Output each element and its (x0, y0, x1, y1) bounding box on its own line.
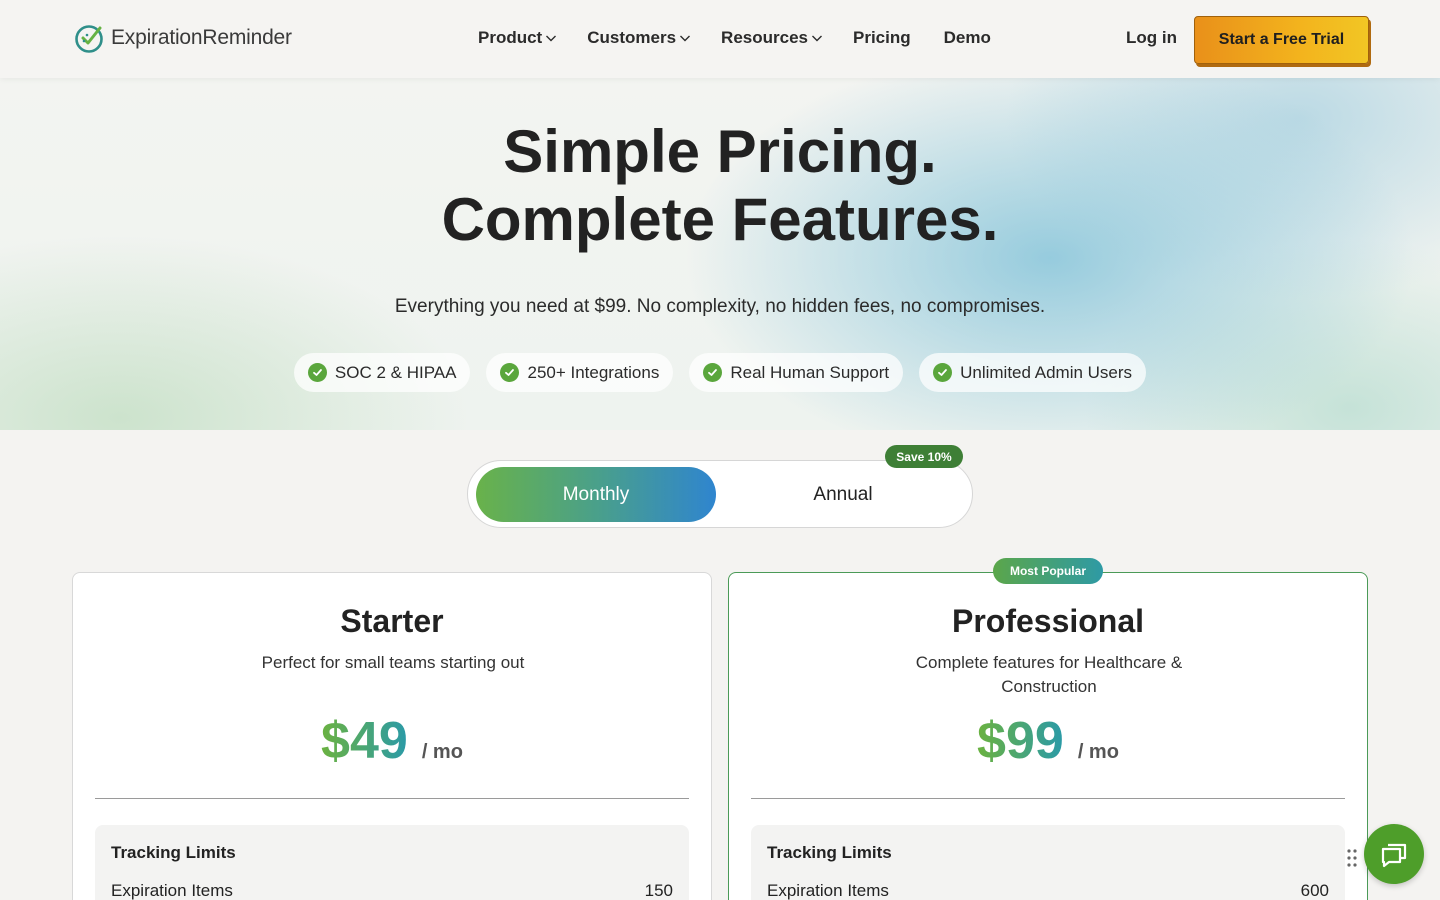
logo-text: ExpirationReminder (111, 26, 292, 49)
feature-badge-label: SOC 2 & HIPAA (334, 362, 457, 382)
tracking-limits-box: Tracking Limits Expiration Items 150 (95, 825, 689, 900)
plan-description: Perfect for small teams starting out (261, 653, 525, 672)
chevron-down-icon (546, 35, 557, 42)
chevron-down-icon (680, 35, 691, 42)
limit-label: Expiration Items (111, 881, 233, 900)
hero-subtitle: Everything you need at $99. No complexit… (394, 296, 1046, 317)
main-nav: Product Customers Resources Pricing Demo (478, 28, 991, 48)
divider (751, 798, 1345, 799)
clock-check-icon (75, 25, 103, 53)
drag-handle-icon[interactable] (1346, 848, 1358, 868)
check-circle-icon (703, 363, 723, 382)
nav-resources[interactable]: Resources (721, 28, 823, 48)
start-free-trial-button[interactable]: Start a Free Trial (1194, 16, 1369, 64)
feature-badge: Unlimited Admin Users (919, 353, 1147, 392)
limit-value: 600 (1300, 881, 1329, 900)
plan-name: Professional (951, 603, 1145, 639)
chevron-down-icon (811, 35, 822, 42)
plan-name: Starter (340, 603, 444, 639)
hero-title-line2: Complete Features. (441, 186, 999, 253)
feature-badge: Real Human Support (689, 353, 904, 392)
plan-period: / mo (1077, 741, 1119, 763)
limit-row: Expiration Items 150 (111, 881, 673, 900)
feature-badge: SOC 2 & HIPAA (293, 353, 471, 392)
nav-customers[interactable]: Customers (587, 28, 691, 48)
divider (95, 798, 689, 799)
plan-price: $49 (321, 712, 408, 770)
limit-row: Expiration Items 600 (767, 881, 1329, 900)
nav-demo[interactable]: Demo (944, 28, 991, 48)
tracking-limits-box: Tracking Limits Expiration Items 600 (751, 825, 1345, 900)
tracking-limits-title: Tracking Limits (111, 843, 236, 862)
feature-badges: SOC 2 & HIPAA 250+ Integrations Real Hum… (0, 353, 1440, 392)
login-link[interactable]: Log in (1126, 28, 1177, 48)
most-popular-badge: Most Popular (993, 558, 1103, 584)
nav-pricing[interactable]: Pricing (853, 28, 911, 48)
hero-section: Simple Pricing. Complete Features. Every… (0, 78, 1440, 430)
chat-button[interactable] (1364, 824, 1424, 884)
plan-period: / mo (421, 741, 463, 763)
feature-badge-label: 250+ Integrations (527, 362, 660, 382)
limit-label: Expiration Items (767, 881, 889, 900)
plan-price-row: $99 / mo (729, 711, 1367, 771)
logo[interactable]: ExpirationReminder (74, 22, 292, 54)
save-discount-badge: Save 10% (885, 445, 963, 468)
chat-bubble-icon (1381, 843, 1407, 868)
plan-price-row: $49 / mo (73, 711, 711, 771)
tracking-limits-title: Tracking Limits (767, 843, 892, 862)
billing-toggle: Monthly Annual (467, 460, 973, 528)
plan-price: $99 (977, 712, 1064, 770)
check-circle-icon (933, 363, 953, 382)
feature-badge-label: Real Human Support (730, 362, 890, 382)
plan-description: Complete features for Healthcare & Const… (915, 653, 1183, 696)
feature-badge: 250+ Integrations (486, 353, 674, 392)
nav-product[interactable]: Product (478, 28, 557, 48)
limit-value: 150 (644, 881, 673, 900)
feature-badge-label: Unlimited Admin Users (960, 362, 1133, 382)
check-circle-icon (307, 363, 327, 382)
monthly-toggle-option[interactable]: Monthly (476, 467, 716, 522)
hero-title-line1: Simple Pricing. (503, 118, 937, 185)
plan-card-professional: Professional Complete features for Healt… (728, 572, 1368, 900)
check-circle-icon (500, 363, 520, 382)
plan-card-starter: Starter Perfect for small teams starting… (72, 572, 712, 900)
site-header: ExpirationReminder Product Customers Res… (0, 0, 1440, 78)
annual-toggle-option[interactable]: Annual (723, 467, 963, 522)
